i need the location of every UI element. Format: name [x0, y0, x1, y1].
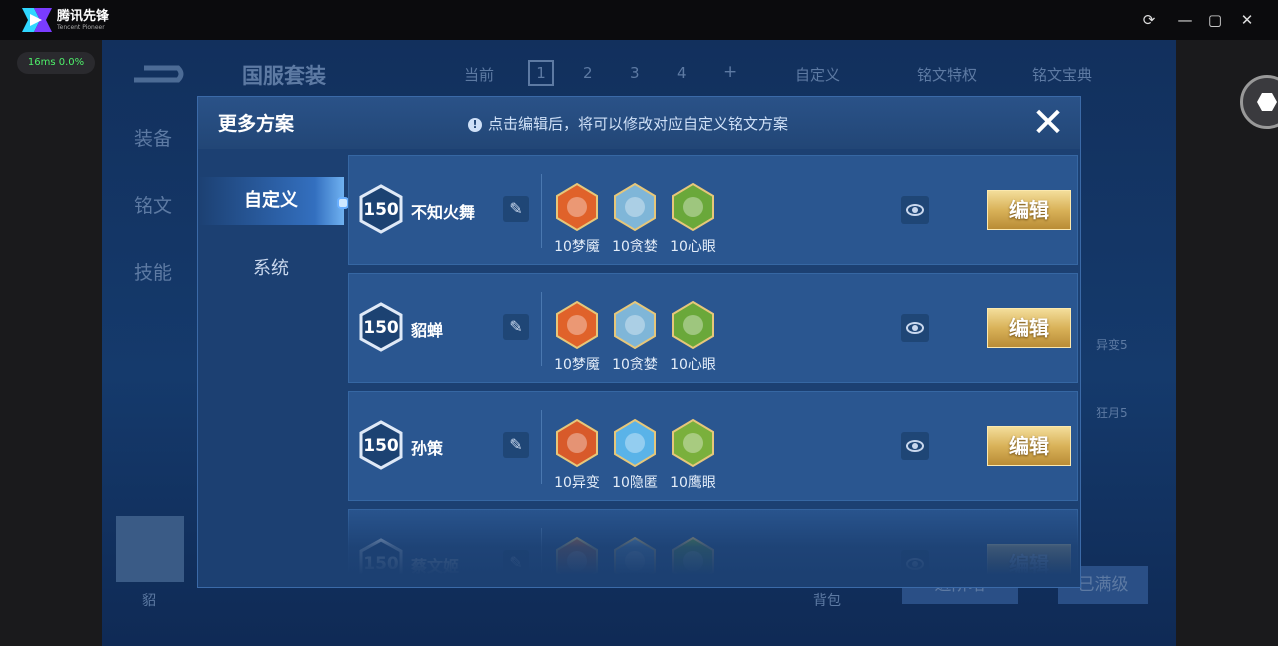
bg-tab-2[interactable]: 2	[583, 64, 593, 82]
inscription-icon	[614, 536, 656, 575]
modal-tip-text: 点击编辑后，将可以修改对应自定义铭文方案	[488, 115, 789, 133]
preview-eye-icon[interactable]	[901, 314, 929, 342]
rename-pen-icon[interactable]: ✎	[503, 432, 529, 458]
bg-tab-4[interactable]: 4	[677, 64, 687, 82]
bg-privilege-label[interactable]: 铭文特权	[917, 64, 977, 85]
plan-level: 150	[363, 200, 399, 220]
inscription-label: 10异变	[554, 475, 600, 491]
close-icon[interactable]: ✕	[1237, 10, 1257, 30]
refresh-icon[interactable]: ⟳	[1139, 10, 1159, 30]
plan-hero-name: 蔡文姬	[411, 557, 460, 575]
bg-right-label-1: 异变5	[1096, 338, 1128, 352]
bg-tab-3[interactable]: 3	[630, 64, 640, 82]
hero-avatar[interactable]	[116, 516, 184, 582]
window-titlebar: 腾讯先锋 Tencent Pioneer ⟳ — ▢ ✕	[0, 0, 1278, 40]
plan-list: 150 不知火舞 ✎ 10梦魇 10贪婪 10心眼 编辑 150 貂蝉 ✎ 10梦魇 10贪…	[348, 155, 1080, 575]
inscription-label: 10心眼	[670, 239, 716, 255]
inscription-icon	[614, 182, 656, 232]
inscription-icon	[556, 418, 598, 468]
inscription-label: 10梦魇	[554, 239, 600, 255]
inscription-label: 10心眼	[670, 357, 716, 373]
plan-hero-name: 貂蝉	[411, 321, 444, 340]
row-divider	[541, 528, 542, 575]
bg-right-label-2: 狂月5	[1096, 406, 1128, 420]
plan-row: 150 不知火舞 ✎ 10梦魇 10贪婪 10心眼 编辑	[348, 155, 1078, 265]
app-title: 腾讯先锋	[57, 9, 110, 24]
maximize-icon[interactable]: ▢	[1205, 10, 1225, 30]
inscription-label: 10隐匿	[612, 475, 658, 491]
plan-hero-name: 不知火舞	[411, 203, 476, 222]
back-arrow-icon[interactable]	[130, 62, 186, 86]
preview-eye-icon[interactable]	[901, 550, 929, 575]
row-divider	[541, 410, 542, 484]
row-divider	[541, 292, 542, 366]
bg-bag-label[interactable]: 背包	[813, 590, 841, 610]
bg-hero-label: 貂	[142, 593, 156, 609]
edit-button[interactable]: 编辑	[987, 190, 1071, 230]
inscription-label: 10贪婪	[612, 239, 658, 255]
bg-guide-label[interactable]: 铭文宝典	[1032, 64, 1092, 85]
plan-level: 150	[363, 554, 399, 574]
more-plans-modal: 更多方案 ! 点击编辑后，将可以修改对应自定义铭文方案 ✕ 自定义 系统 150 不…	[197, 96, 1081, 588]
bg-suit-title: 国服套装	[242, 64, 326, 88]
minimize-icon[interactable]: —	[1175, 10, 1195, 30]
plan-row: 150 蔡文姬 ✎ 编辑	[348, 509, 1078, 575]
inscription-icon	[614, 418, 656, 468]
inscription-icon	[672, 300, 714, 350]
bg-tab-1[interactable]: 1	[528, 60, 554, 86]
bg-menu-equip[interactable]: 装备	[134, 124, 172, 151]
inscription-icon	[556, 300, 598, 350]
tab-custom[interactable]: 自定义	[198, 177, 344, 225]
bg-menu-skill[interactable]: 技能	[134, 258, 172, 285]
app-subtitle: Tencent Pioneer	[57, 24, 105, 31]
edit-button[interactable]: 编辑	[987, 544, 1071, 575]
tab-system[interactable]: 系统	[198, 245, 344, 293]
preview-eye-icon[interactable]	[901, 432, 929, 460]
left-margin	[0, 40, 102, 646]
inscription-icon	[672, 536, 714, 575]
plan-row: 150 孙策 ✎ 10异变 10隐匿 10鹰眼 编辑	[348, 391, 1078, 501]
edit-button[interactable]: 编辑	[987, 308, 1071, 348]
inscription-label: 10梦魇	[554, 357, 600, 373]
app-logo-icon	[22, 8, 52, 32]
latency-badge: 16ms 0.0%	[17, 52, 95, 74]
bg-menu-inscription[interactable]: 铭文	[134, 191, 172, 218]
plan-level: 150	[363, 436, 399, 456]
inscription-label: 10鹰眼	[670, 475, 716, 491]
bg-tab-add[interactable]: +	[723, 62, 737, 82]
inscription-icon	[556, 536, 598, 575]
modal-close-button[interactable]: ✕	[1028, 103, 1068, 143]
rename-pen-icon[interactable]: ✎	[503, 550, 529, 575]
inscription-icon	[614, 300, 656, 350]
row-divider	[541, 174, 542, 248]
plan-level: 150	[363, 318, 399, 338]
rename-pen-icon[interactable]: ✎	[503, 196, 529, 222]
inscription-icon	[672, 418, 714, 468]
modal-title: 更多方案	[218, 113, 295, 135]
plan-hero-name: 孙策	[411, 439, 444, 458]
bg-tab-current[interactable]: 当前	[464, 64, 494, 85]
inscription-label: 10贪婪	[612, 357, 658, 373]
rename-pen-icon[interactable]: ✎	[503, 314, 529, 340]
modal-tip: ! 点击编辑后，将可以修改对应自定义铭文方案	[468, 113, 788, 134]
hexagon-icon	[1257, 93, 1277, 111]
inscription-icon	[672, 182, 714, 232]
edit-button[interactable]: 编辑	[987, 426, 1071, 466]
plan-row: 150 貂蝉 ✎ 10梦魇 10贪婪 10心眼 编辑	[348, 273, 1078, 383]
inscription-icon	[556, 182, 598, 232]
right-margin	[1176, 40, 1278, 646]
bg-custom-label[interactable]: 自定义	[795, 64, 840, 85]
preview-eye-icon[interactable]	[901, 196, 929, 224]
info-icon: !	[468, 118, 482, 132]
